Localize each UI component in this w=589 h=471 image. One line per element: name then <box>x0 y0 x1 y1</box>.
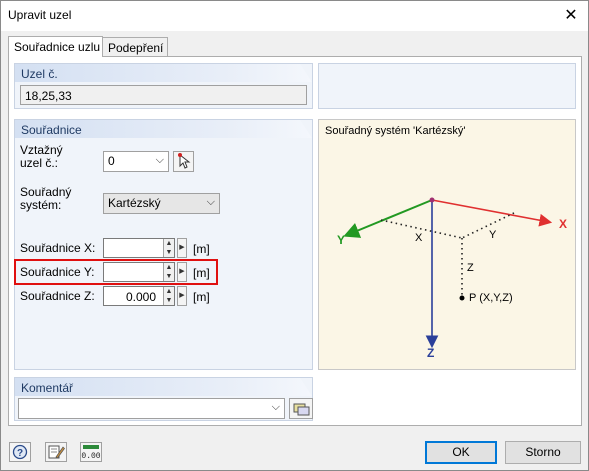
reference-node-label-2: uzel č.: <box>20 156 59 170</box>
reference-node-value: 0 <box>108 154 115 168</box>
units-button[interactable]: 0.00 <box>80 442 102 462</box>
cancel-button[interactable]: Storno <box>505 441 581 464</box>
coord-z-pick-button[interactable]: ▶ <box>177 286 187 306</box>
edit-node-dialog: Upravit uzel ✕ Souřadnice uzlu Podepření… <box>0 0 589 471</box>
origin-point <box>429 197 435 203</box>
coord-x-pick-button[interactable]: ▶ <box>177 238 187 258</box>
point-p <box>459 295 465 301</box>
coord-system-value: Kartézský <box>108 196 161 210</box>
chevron-down-icon: ⌵ <box>206 196 215 208</box>
coord-z-label: Souřadnice Z: <box>20 289 95 303</box>
node-number-field[interactable]: 18,25,33 <box>20 85 307 105</box>
window-title: Upravit uzel <box>8 8 72 22</box>
point-p-label: P (X,Y,Z) <box>469 292 513 304</box>
coord-system-diagram: Souřadný systém 'Kartézský' X Y Z X Y Z … <box>318 119 576 370</box>
comment-header: Komentář <box>15 378 312 396</box>
node-number-group: Uzel č. 18,25,33 <box>14 63 313 109</box>
axis-x-label: X <box>559 217 568 231</box>
chevron-down-icon: ⌵ <box>155 154 164 166</box>
projection-y-label: Y <box>489 229 497 241</box>
svg-text:?: ? <box>17 448 23 459</box>
empty-info-panel <box>318 63 576 109</box>
projection-lines <box>380 212 515 298</box>
coord-z-unit: [m] <box>193 290 210 304</box>
coordinates-header: Souřadnice <box>15 120 312 138</box>
node-number-header: Uzel č. <box>15 64 312 82</box>
projection-z-label: Z <box>467 262 474 274</box>
projection-x-label: X <box>415 232 423 244</box>
edit-button[interactable] <box>45 442 67 462</box>
coord-x-spinner[interactable]: ▲ ▼ <box>163 239 174 257</box>
tab-supports[interactable]: Podepření <box>102 37 168 57</box>
help-icon: ? <box>12 444 28 460</box>
comment-select[interactable]: ⌵ <box>18 398 285 419</box>
cursor-pick-icon <box>178 153 191 169</box>
tab-node-coordinates[interactable]: Souřadnice uzlu <box>8 36 103 57</box>
coord-axes-drawing <box>343 197 553 349</box>
coord-x-unit: [m] <box>193 242 210 256</box>
ok-button[interactable]: OK <box>425 441 497 464</box>
comment-library-icon <box>293 403 310 416</box>
y-axis-line <box>343 199 433 238</box>
coord-z-spinner[interactable]: ▲ ▼ <box>163 287 174 305</box>
coord-y-highlight <box>14 259 218 285</box>
coord-system-select[interactable]: Kartézský ⌵ <box>103 193 220 214</box>
close-button[interactable]: ✕ <box>560 5 582 27</box>
pick-node-button[interactable] <box>173 151 194 172</box>
axis-y-label: Y <box>337 233 346 247</box>
coord-system-label-2: systém: <box>20 198 62 212</box>
chevron-down-icon: ⌵ <box>271 401 280 413</box>
units-icon: 0.00 <box>81 445 101 461</box>
x-axis-line <box>431 199 553 227</box>
title-bar: Upravit uzel ✕ <box>1 1 588 31</box>
axis-z-label: Z <box>427 346 435 360</box>
edit-icon <box>48 445 65 459</box>
help-button[interactable]: ? <box>9 442 31 462</box>
comment-library-button[interactable] <box>289 398 313 419</box>
reference-node-select[interactable]: 0 ⌵ <box>103 151 169 172</box>
coord-x-label: Souřadnice X: <box>20 241 96 255</box>
units-icon-text: 0.00 <box>81 452 100 461</box>
